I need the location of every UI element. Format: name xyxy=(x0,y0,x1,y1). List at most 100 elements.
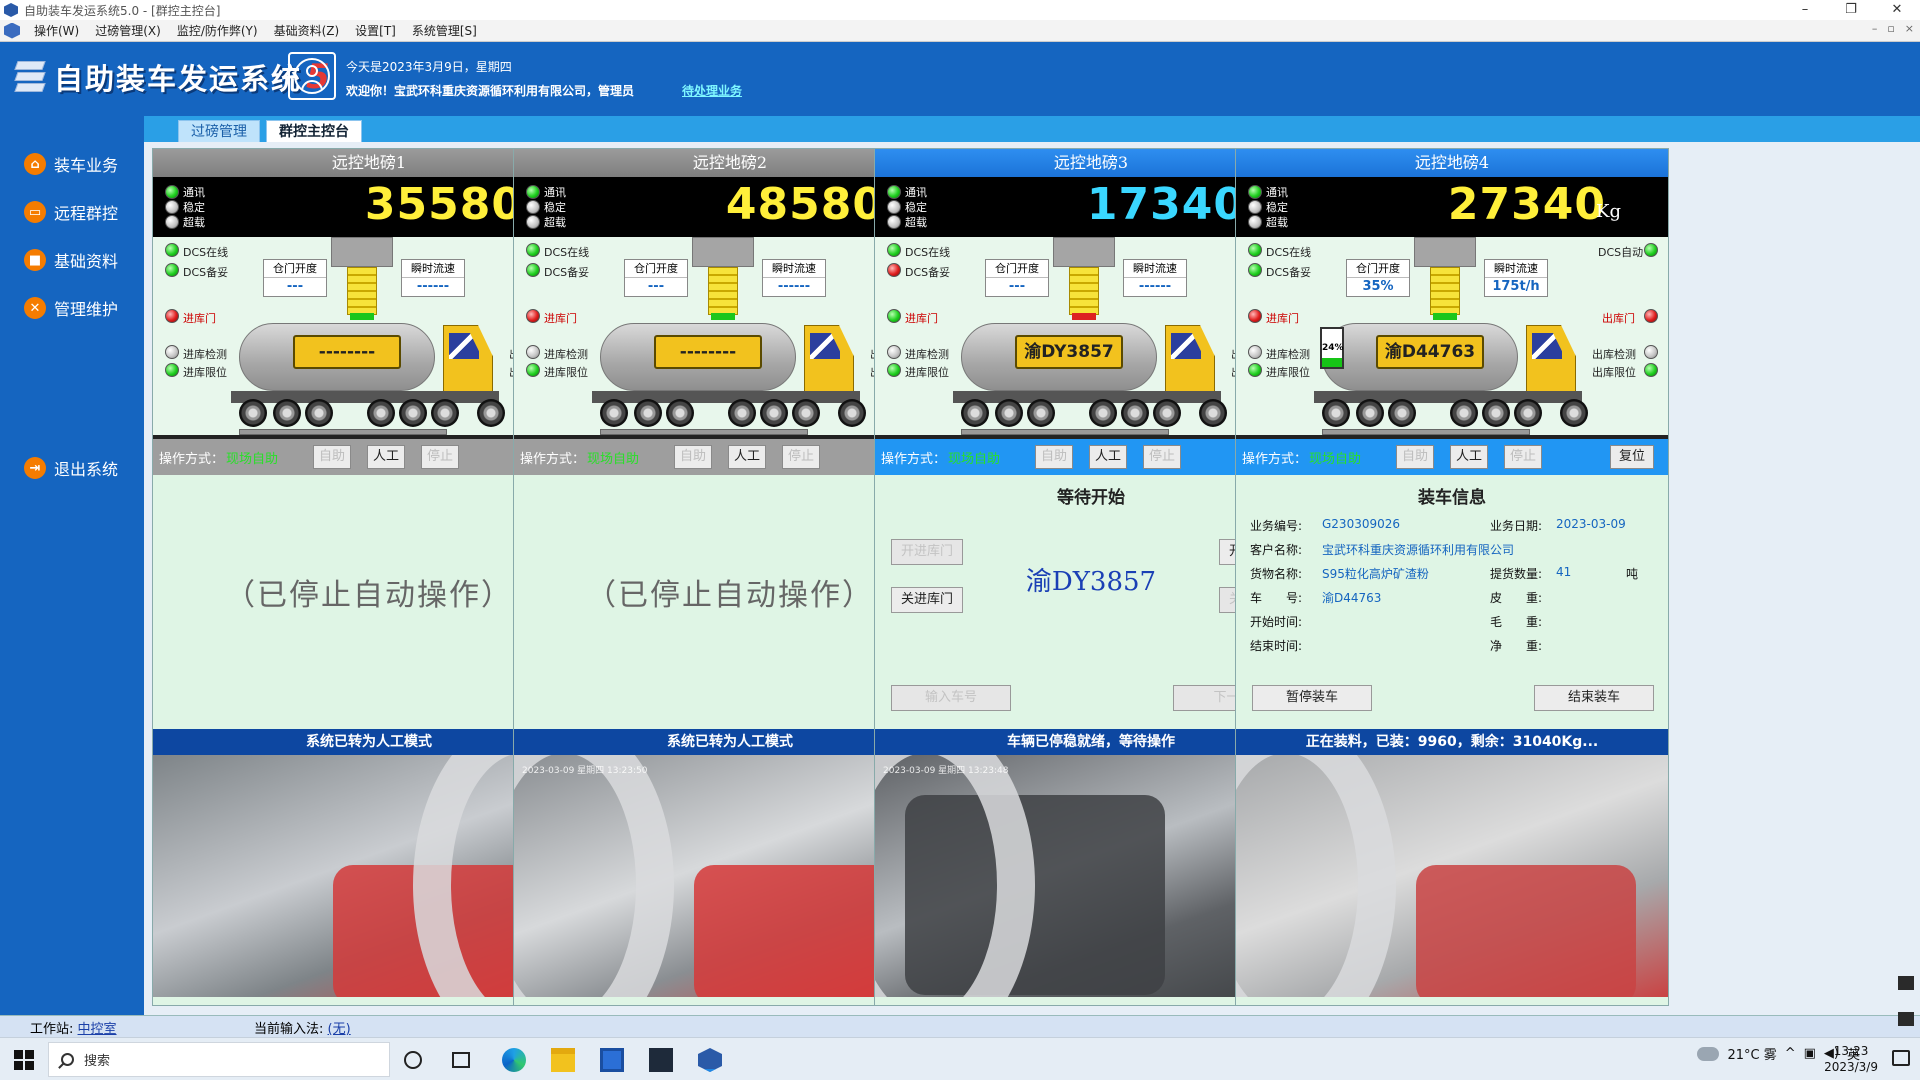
truck-wheel xyxy=(367,399,395,427)
gate-opening-box: 仓门开度 --- xyxy=(985,259,1049,297)
weight-value: 48580 xyxy=(725,179,884,230)
maximize-button[interactable]: ❐ xyxy=(1828,0,1874,20)
in-limit-label: 进库限位 xyxy=(905,366,949,379)
sidebar-item-basic[interactable]: ■ 基础资料 xyxy=(24,248,118,272)
status-led xyxy=(887,200,901,214)
pending-business-link[interactable]: 待处理业务 xyxy=(682,82,742,99)
sidebar-item-maintain[interactable]: ✕ 管理维护 xyxy=(24,296,118,320)
stop-button[interactable]: 停止 xyxy=(782,445,820,469)
dcs-online-label: DCS在线 xyxy=(183,246,229,259)
user-avatar-icon[interactable] xyxy=(288,52,336,100)
cortana-icon[interactable] xyxy=(404,1051,422,1069)
task-view-icon[interactable] xyxy=(452,1052,470,1068)
stop-button[interactable]: 停止 xyxy=(1504,445,1542,469)
truck-wheel xyxy=(728,399,756,427)
reset-button[interactable]: 复位 xyxy=(1610,445,1654,469)
truck-wheel xyxy=(1322,399,1350,427)
chute-tip xyxy=(1433,313,1457,320)
truck-wheel xyxy=(792,399,820,427)
auto-button[interactable]: 自助 xyxy=(1035,445,1073,469)
dcs-online-led xyxy=(165,243,179,257)
flow-rate-box: 瞬时流速 ------ xyxy=(762,259,826,297)
truck-wheel xyxy=(760,399,788,427)
edge-icon[interactable] xyxy=(502,1048,526,1072)
truck-wheel xyxy=(1514,399,1542,427)
truck-wheel xyxy=(961,399,989,427)
mdi-close-button[interactable]: × xyxy=(1905,22,1914,35)
status-led xyxy=(526,215,540,229)
taskbar-search[interactable]: 搜索 xyxy=(48,1042,390,1077)
pause-loading-button[interactable]: 暂停装车 xyxy=(1252,685,1372,711)
chute-tip xyxy=(350,313,374,320)
out-door-label: 出库门 xyxy=(1602,312,1635,325)
stop-button[interactable]: 停止 xyxy=(421,445,459,469)
out-detect-label: 出库检测 xyxy=(1592,348,1636,361)
flow-rate-box: 瞬时流速 ------ xyxy=(1123,259,1187,297)
network-icon[interactable]: ▣ xyxy=(1804,1046,1816,1061)
manual-button[interactable]: 人工 xyxy=(1089,445,1127,469)
sidebar: ⌂ 装车业务 ▭ 远程群控 ■ 基础资料 ✕ 管理维护 ⇥ 退出系统 xyxy=(0,116,144,1015)
menu-item-weighing[interactable]: 过磅管理(X) xyxy=(87,22,169,39)
hopper xyxy=(1414,237,1476,267)
start-time-label: 开始时间: xyxy=(1250,615,1303,629)
notification-icon[interactable] xyxy=(1892,1050,1910,1066)
qty-unit: 吨 xyxy=(1626,567,1639,581)
mdi-minimize-button[interactable]: – xyxy=(1872,22,1878,35)
file-explorer-icon[interactable] xyxy=(551,1048,575,1072)
windows-start-icon[interactable] xyxy=(14,1050,34,1070)
chevron-up-icon[interactable]: ^ xyxy=(1785,1046,1796,1061)
close-button[interactable]: ✕ xyxy=(1874,0,1920,20)
manual-button[interactable]: 人工 xyxy=(1450,445,1488,469)
camera-feed[interactable] xyxy=(1236,755,1668,997)
camera-pillar-shape xyxy=(514,755,674,997)
operation-mode-label: 操作方式： xyxy=(159,451,225,467)
flag-icon[interactable] xyxy=(1898,976,1914,990)
menu-item-operate[interactable]: 操作(W) xyxy=(26,22,87,39)
app-taskbar-icon[interactable] xyxy=(698,1048,722,1072)
clock-time: 13:23 xyxy=(1833,1044,1869,1058)
sidebar-item-remote[interactable]: ▭ 远程群控 xyxy=(24,200,118,224)
sidebar-item-exit[interactable]: ⇥ 退出系统 xyxy=(24,456,118,480)
led-label: 超载 xyxy=(1266,216,1288,229)
in-door-label: 进库门 xyxy=(1266,312,1299,325)
gate-opening-label: 仓门开度 xyxy=(986,260,1048,278)
menu-item-system[interactable]: 系统管理[S] xyxy=(404,22,485,39)
panel-status: 正在装料，已装：9960，剩余：31040Kg... xyxy=(1236,729,1668,755)
in-limit-led xyxy=(887,363,901,377)
minimize-button[interactable]: – xyxy=(1782,0,1828,20)
menu-item-monitor[interactable]: 监控/防作弊(Y) xyxy=(169,22,266,39)
store-icon[interactable] xyxy=(600,1048,624,1072)
truck-wheel xyxy=(1089,399,1117,427)
clock-date: 2023/3/9 xyxy=(1824,1060,1878,1074)
tab-weighing[interactable]: 过磅管理 xyxy=(178,120,260,142)
truck-wheel xyxy=(1199,399,1227,427)
menu-item-basic[interactable]: 基础资料(Z) xyxy=(266,22,348,39)
in-detect-label: 进库检测 xyxy=(1266,348,1310,361)
dcs-online-label: DCS在线 xyxy=(544,246,590,259)
status-led xyxy=(165,185,179,199)
tab-group-console[interactable]: 群控主控台 xyxy=(266,120,362,142)
taskbar-clock[interactable]: 13:23 2023/3/9 xyxy=(1824,1043,1878,1075)
app-menu-icon[interactable] xyxy=(4,22,20,39)
weather-text[interactable]: 21°C 雾 xyxy=(1727,1044,1776,1063)
manual-button[interactable]: 人工 xyxy=(728,445,766,469)
input-plate-button[interactable]: 输入车号 xyxy=(891,685,1011,711)
window-titlebar: 自助装车发运系统5.0 - [群控主控台] – ❐ ✕ xyxy=(0,0,1920,20)
flow-rate-value: ------ xyxy=(777,279,811,294)
in-limit-label: 进库限位 xyxy=(544,366,588,379)
goods-label: 货物名称: xyxy=(1250,567,1303,581)
auto-button[interactable]: 自助 xyxy=(1396,445,1434,469)
truck-plate: 渝D44763 xyxy=(1376,335,1484,369)
mail-icon[interactable] xyxy=(649,1048,673,1072)
auto-button[interactable]: 自助 xyxy=(313,445,351,469)
auto-button[interactable]: 自助 xyxy=(674,445,712,469)
manual-button[interactable]: 人工 xyxy=(367,445,405,469)
end-loading-button[interactable]: 结束装车 xyxy=(1534,685,1654,711)
mdi-restore-button[interactable]: ▫ xyxy=(1887,22,1894,35)
stop-button[interactable]: 停止 xyxy=(1143,445,1181,469)
flag-icon[interactable] xyxy=(1898,1012,1914,1026)
led-label: 超载 xyxy=(544,216,566,229)
sidebar-item-loading[interactable]: ⌂ 装车业务 xyxy=(24,152,118,176)
menu-item-settings[interactable]: 设置[T] xyxy=(347,22,404,39)
app-icon xyxy=(4,3,18,17)
